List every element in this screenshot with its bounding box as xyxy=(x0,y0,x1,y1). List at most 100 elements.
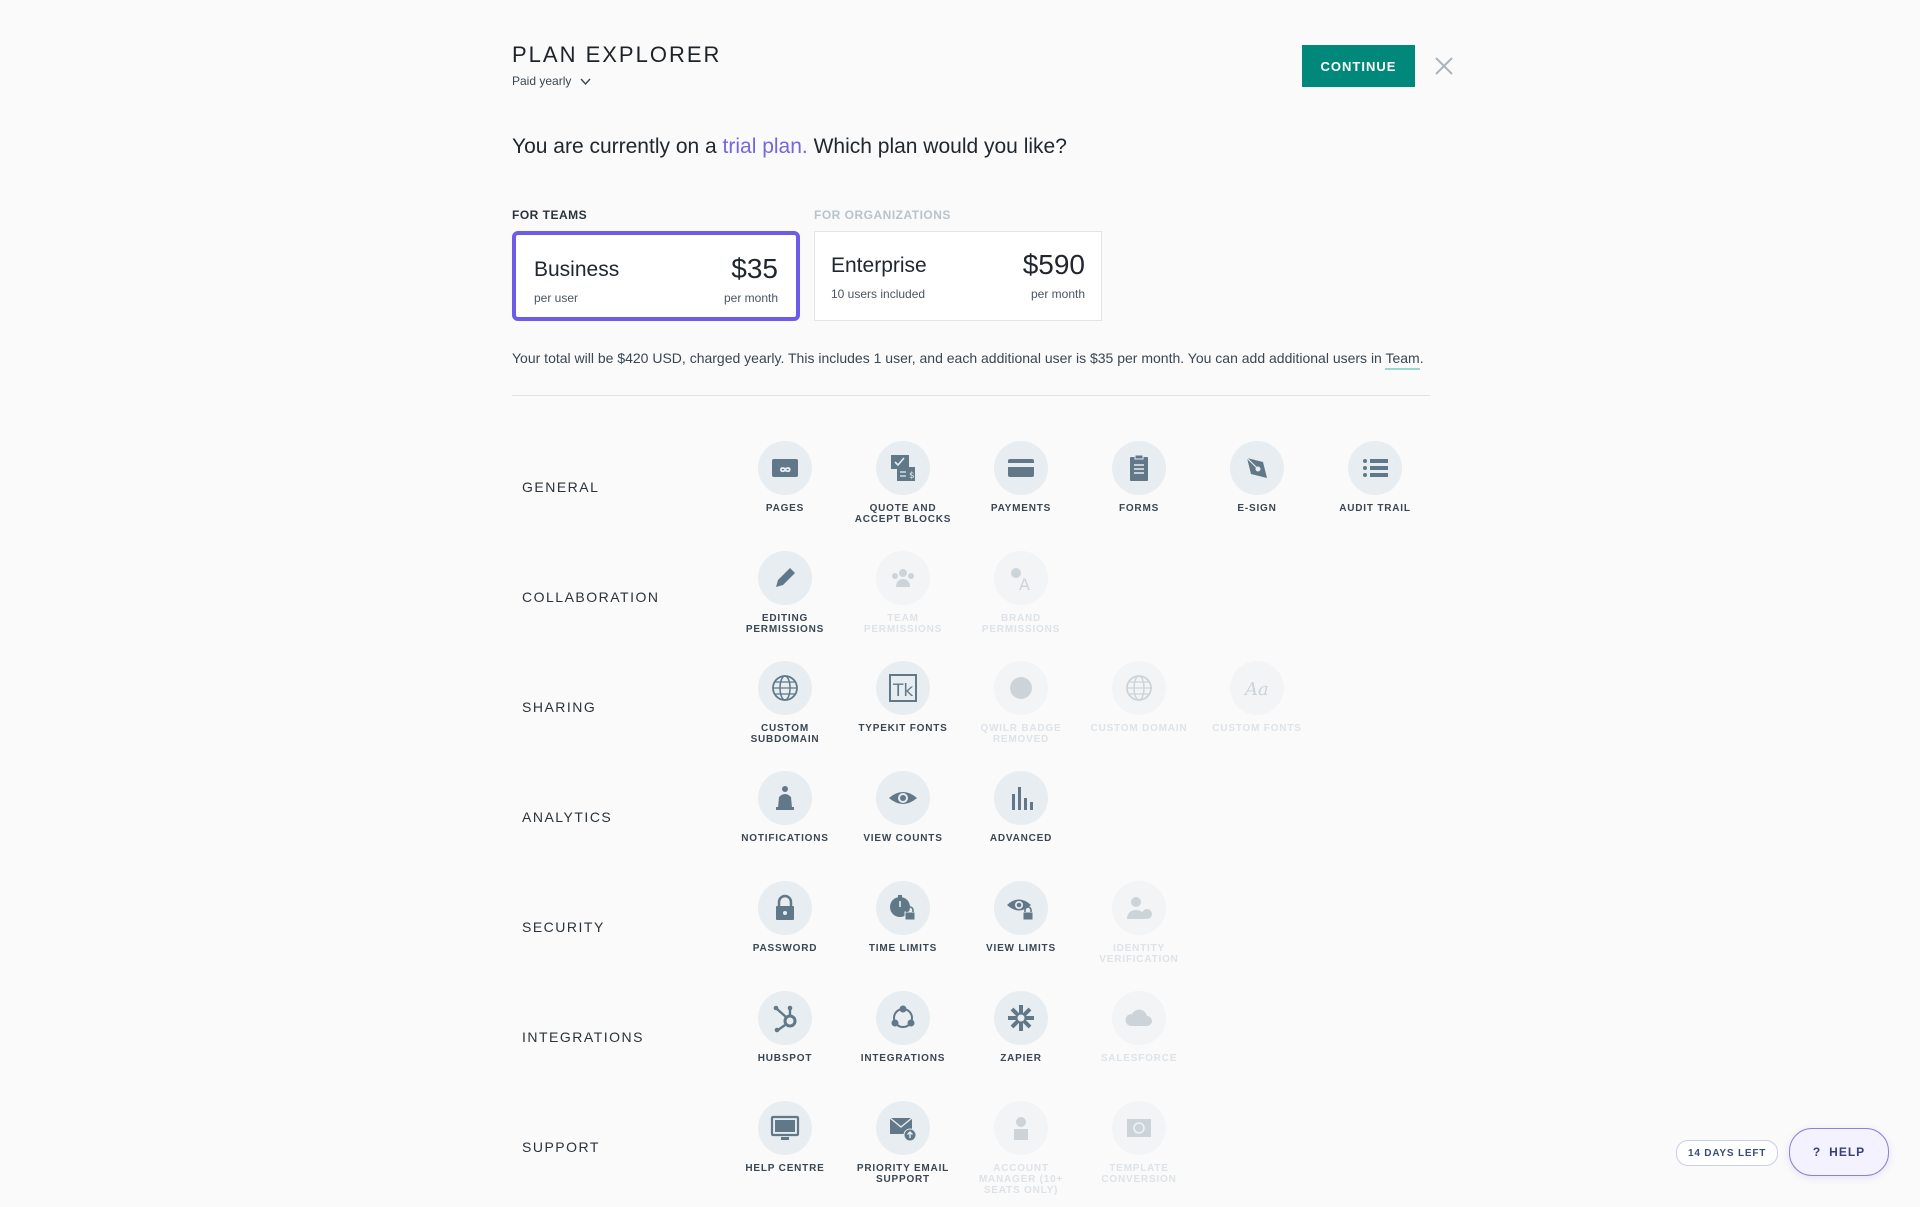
feature-icon-wrap: A xyxy=(994,551,1048,605)
feature-item[interactable]: CUSTOM SUBDOMAIN xyxy=(730,661,840,745)
team-link[interactable]: Team xyxy=(1385,350,1420,370)
feature-icon-wrap xyxy=(1112,991,1166,1045)
feature-icon-wrap xyxy=(994,441,1048,495)
feature-label: SALESFORCE xyxy=(1100,1053,1178,1064)
feature-item[interactable]: SALESFORCE xyxy=(1084,991,1194,1064)
feature-label: AUDIT TRAIL xyxy=(1339,503,1411,514)
pen-nib-icon xyxy=(1246,457,1267,478)
quote-icon: $ xyxy=(891,455,915,481)
feature-icon-wrap xyxy=(994,661,1048,715)
feature-item[interactable]: ADVANCED xyxy=(966,771,1076,844)
continue-button[interactable]: CONTINUE xyxy=(1302,45,1415,87)
feature-item[interactable]: NOTIFICATIONS xyxy=(730,771,840,844)
intro-suffix: Which plan would you like? xyxy=(807,135,1067,158)
feature-label: TEMPLATE CONVERSION xyxy=(1101,1163,1177,1185)
feature-icon-wrap: Tk xyxy=(876,661,930,715)
page-title: PLAN EXPLORER xyxy=(512,42,722,67)
feature-label: TYPEKIT FONTS xyxy=(858,723,948,734)
feature-label: IDENTITY VERIFICATION xyxy=(1099,943,1179,965)
svg-text:Aa: Aa xyxy=(1243,679,1269,700)
help-button[interactable]: ? HELP xyxy=(1789,1128,1889,1176)
feature-icon-wrap: $ xyxy=(876,441,930,495)
clipboard-icon xyxy=(1130,454,1148,481)
feature-item[interactable]: PAGES xyxy=(730,441,840,514)
feature-item[interactable]: TEMPLATE CONVERSION xyxy=(1084,1101,1194,1185)
feature-item[interactable]: A BRAND PERMISSIONS xyxy=(966,551,1076,635)
feature-row-sharing: SHARING CUSTOM SUBDOMAIN Tk TYPEKIT FONTS QW… xyxy=(522,661,1422,761)
feature-item[interactable]: FORMS xyxy=(1084,441,1194,514)
billing-cycle-dropdown[interactable]: Paid yearly xyxy=(512,74,592,88)
feature-item[interactable]: VIEW LIMITS xyxy=(966,881,1076,954)
feature-label: TEAM PERMISSIONS xyxy=(863,613,943,635)
feature-item[interactable]: HELP CENTRE xyxy=(730,1101,840,1174)
feature-category-label: COLLABORATION xyxy=(522,589,660,605)
feature-label: BRAND PERMISSIONS xyxy=(981,613,1061,635)
lock-icon xyxy=(776,894,794,920)
feature-category-label: SECURITY xyxy=(522,919,605,935)
feature-item[interactable]: VIEW COUNTS xyxy=(848,771,958,844)
plan-name: Business xyxy=(534,258,620,281)
feature-icon-wrap xyxy=(876,991,930,1045)
feature-label: QWILR BADGE REMOVED xyxy=(980,723,1062,745)
feature-item[interactable]: PRIORITY EMAIL SUPPORT xyxy=(848,1101,958,1185)
chevron-down-icon xyxy=(580,78,591,85)
feature-label: NOTIFICATIONS xyxy=(741,833,829,844)
svg-text:A: A xyxy=(1019,575,1030,594)
feature-row-collaboration: COLLABORATION EDITING PERMISSIONS TEAM PER… xyxy=(522,551,1422,651)
svg-text:Tk: Tk xyxy=(892,681,913,701)
feature-icon-wrap xyxy=(876,881,930,935)
monitor-icon xyxy=(770,1115,800,1140)
plan-price: $35 xyxy=(731,253,778,284)
feature-item[interactable]: $ QUOTE AND ACCEPT BLOCKS xyxy=(848,441,958,525)
feature-category-label: SHARING xyxy=(522,699,597,715)
feature-icon-wrap: Aa xyxy=(1230,661,1284,715)
feature-item[interactable]: ZAPIER xyxy=(966,991,1076,1064)
badge-icon xyxy=(1010,677,1032,699)
feature-item[interactable]: IDENTITY VERIFICATION xyxy=(1084,881,1194,965)
feature-label: EDITING PERMISSIONS xyxy=(745,613,825,635)
feature-item[interactable]: Aa CUSTOM FONTS xyxy=(1202,661,1312,734)
feature-icon-wrap xyxy=(758,1101,812,1155)
feature-icon-wrap xyxy=(876,551,930,605)
feature-item[interactable]: EDITING PERMISSIONS xyxy=(730,551,840,635)
trial-plan-link[interactable]: trial plan. xyxy=(723,135,808,158)
feature-row-security: SECURITY PASSWORD TIME LIMITS VIEW LIMITS ID… xyxy=(522,881,1422,981)
feature-item[interactable]: ACCOUNT MANAGER (10+ SEATS ONLY) xyxy=(966,1101,1076,1196)
total-end: . xyxy=(1419,350,1424,366)
feature-label: CUSTOM DOMAIN xyxy=(1090,723,1188,734)
feature-item[interactable]: PAYMENTS xyxy=(966,441,1076,514)
feature-item[interactable]: TIME LIMITS xyxy=(848,881,958,954)
feature-item[interactable]: HUBSPOT xyxy=(730,991,840,1064)
feature-item[interactable]: E-SIGN xyxy=(1202,441,1312,514)
feature-item[interactable]: Tk TYPEKIT FONTS xyxy=(848,661,958,734)
feature-icon-wrap xyxy=(758,661,812,715)
feature-icon-wrap xyxy=(994,991,1048,1045)
feature-item[interactable]: PASSWORD xyxy=(730,881,840,954)
feature-icon-wrap xyxy=(994,1101,1048,1155)
feature-item[interactable]: AUDIT TRAIL xyxy=(1320,441,1430,514)
feature-item[interactable]: QWILR BADGE REMOVED xyxy=(966,661,1076,745)
plan-sub-left: per user xyxy=(534,291,579,305)
feature-icon-wrap xyxy=(758,881,812,935)
plan-price: $590 xyxy=(1022,249,1085,280)
plan-card-business[interactable]: Business $35 per user per month xyxy=(512,231,800,321)
feature-icon-wrap xyxy=(1112,1101,1166,1155)
feature-category-label: SUPPORT xyxy=(522,1139,600,1155)
feature-item[interactable]: CUSTOM DOMAIN xyxy=(1084,661,1194,734)
feature-label: CUSTOM FONTS xyxy=(1212,723,1302,734)
feature-item[interactable]: TEAM PERMISSIONS xyxy=(848,551,958,635)
help-icon: ? xyxy=(1812,1145,1822,1159)
feature-label: VIEW LIMITS xyxy=(986,943,1056,954)
feature-label: INTEGRATIONS xyxy=(860,1053,946,1064)
feature-label: HUBSPOT xyxy=(757,1053,813,1064)
feature-item[interactable]: INTEGRATIONS xyxy=(848,991,958,1064)
billing-cycle-label: Paid yearly xyxy=(512,74,572,88)
feature-label: TIME LIMITS xyxy=(868,943,938,954)
plan-sub-right: per month xyxy=(1030,287,1085,301)
plan-name: Enterprise xyxy=(831,254,927,277)
globe-icon xyxy=(772,675,798,701)
plan-card-enterprise[interactable]: Enterprise $590 10 users included per mo… xyxy=(814,231,1102,321)
feature-row-analytics: ANALYTICS NOTIFICATIONS VIEW COUNTS ADVANCE… xyxy=(522,771,1422,871)
bell-icon xyxy=(776,786,794,810)
close-icon[interactable] xyxy=(1432,54,1456,78)
